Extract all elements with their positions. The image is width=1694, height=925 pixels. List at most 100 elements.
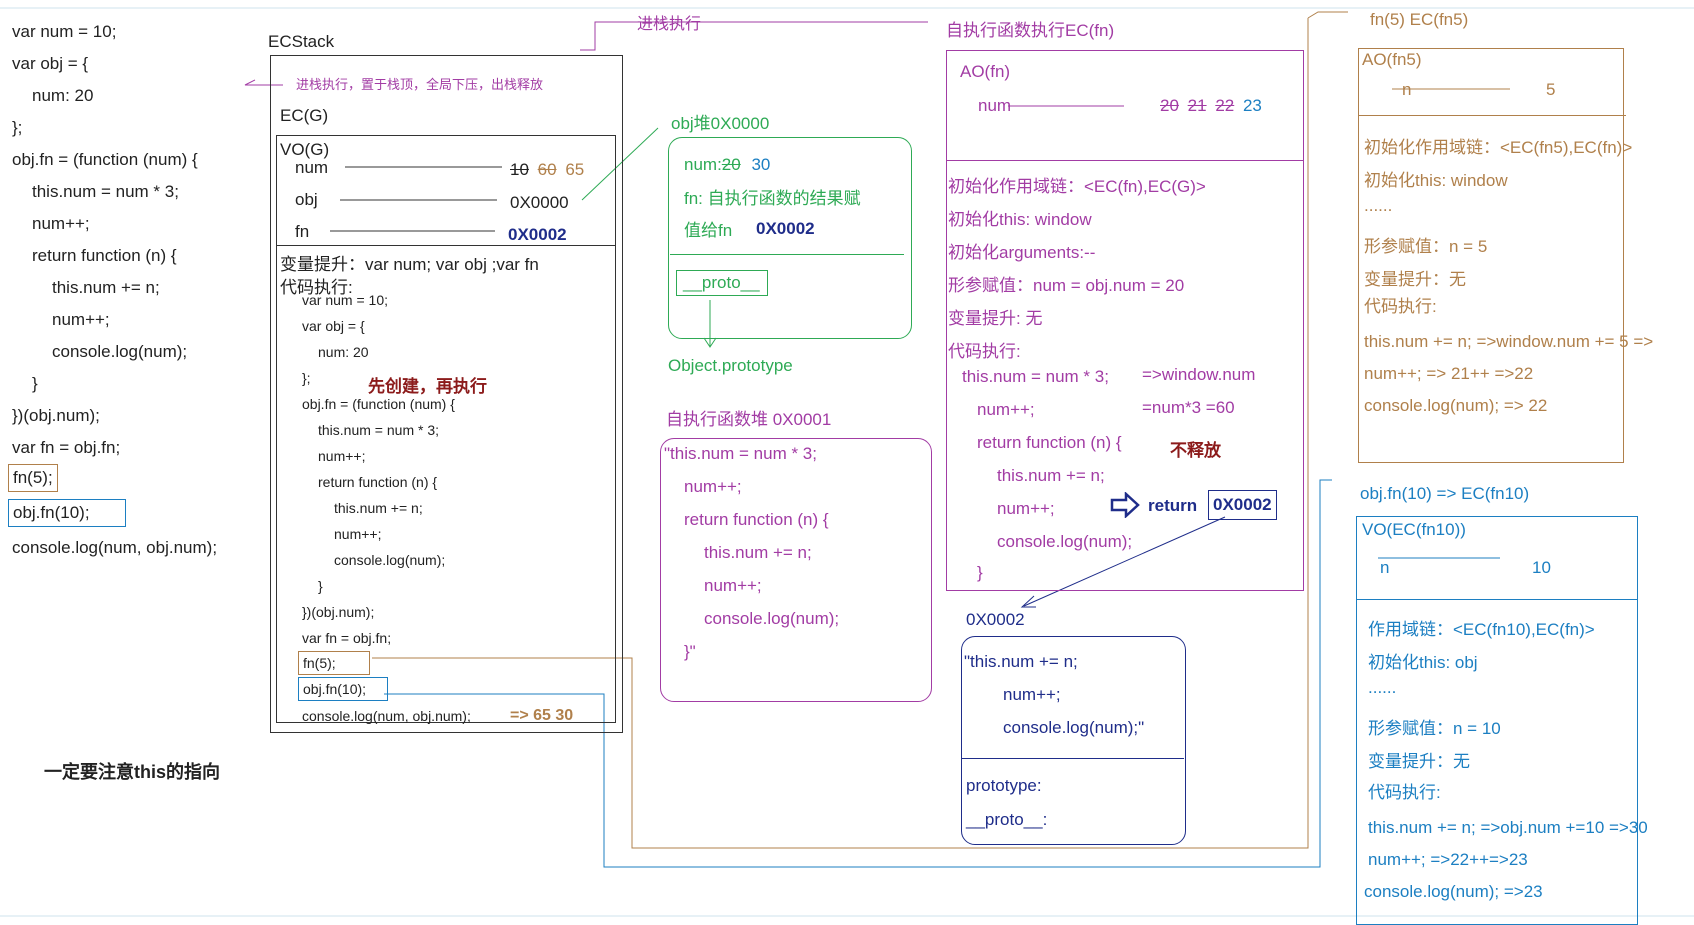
obj-heap-num-new: 30 [751, 155, 771, 174]
iife-ec-code-line: this.num += n; [997, 466, 1105, 485]
fn10-title: obj.fn(10) => EC(fn10) [1360, 484, 1530, 503]
return-label: return [1148, 496, 1198, 515]
iife-num-value: 20 [1160, 96, 1179, 115]
code-line: this.num += n; [52, 278, 160, 297]
fn-heap-prototype: prototype: [966, 776, 1042, 795]
fn10-vo-n-value: 10 [1532, 558, 1551, 577]
fn5-line: console.log(num); => 22 [1364, 396, 1548, 415]
iife-heap-line: num++; [704, 576, 762, 595]
obj-heap-fn-value: 0X0002 [756, 219, 815, 238]
vo-num-value: 10 [510, 160, 529, 179]
ecg-code-line: num++; [334, 526, 382, 542]
code-line: this.num = num * 3; [32, 182, 179, 201]
ecg-code-line: this.num = num * 3; [318, 422, 440, 438]
vo-var-num: num [295, 158, 329, 177]
fn-heap-line: "this.num += n; [964, 652, 1078, 671]
code-line: var obj = { [12, 54, 89, 73]
code-line: num++; [32, 214, 90, 233]
obj-heap-num: num:20 30 [684, 155, 770, 175]
code-line: num: 20 [32, 86, 94, 105]
iife-heap-line: this.num += n; [704, 543, 812, 562]
ecg-code-line: console.log(num); [334, 552, 446, 568]
code-line: var fn = obj.fn; [12, 438, 121, 457]
iife-ec-line: 变量提升: 无 [948, 309, 1043, 328]
iife-ec-code-line: this.num = num * 3; [962, 367, 1109, 386]
fn5-line: num++; => 21++ =>22 [1364, 364, 1534, 383]
ecg-code-line: var fn = obj.fn; [302, 630, 392, 646]
vo-fn-value: 0X0002 [508, 225, 567, 244]
fn10-line: console.log(num); =>23 [1364, 882, 1543, 901]
iife-note-calc: =num*3 =60 [1142, 398, 1235, 417]
fn10-line: ...... [1368, 678, 1397, 697]
fn-heap-divider [962, 758, 1184, 759]
obj-heap-num-label: num: [684, 155, 722, 174]
code-line: }; [12, 118, 23, 137]
fn-heap-title: 0X0002 [966, 610, 1025, 629]
obj-heap-proto: __proto__ [676, 270, 768, 296]
iife-ec-code-line: num++; [997, 499, 1055, 518]
fn10-line: 形参赋值：n = 10 [1368, 719, 1501, 738]
iife-ec-code-line: return function (n) { [977, 433, 1122, 452]
iife-ec-line: 代码执行: [948, 342, 1021, 361]
fn5-line: this.num += n; =>window.num += 5 => [1364, 332, 1654, 351]
final-result: => 65 30 [510, 707, 574, 724]
create-then-exec-note: 先创建，再执行 [368, 377, 487, 396]
code-line: })(obj.num); [12, 406, 100, 425]
iife-heap-line: }" [684, 642, 696, 661]
vo-num-value: 65 [565, 160, 585, 179]
code-line: console.log(num); [52, 342, 188, 361]
iife-num-value: 22 [1215, 96, 1235, 115]
fn5-title: fn(5) EC(fn5) [1370, 10, 1469, 29]
iife-ec-code-line: num++; [977, 400, 1035, 419]
iife-num-value: 21 [1187, 96, 1207, 115]
fn10-line: 变量提升：无 [1368, 752, 1470, 771]
obj-heap-fn-line1: fn: 自执行函数的结果赋 [684, 189, 861, 208]
iife-heap-line: num++; [684, 477, 742, 496]
vo-var-fn: fn [295, 222, 310, 241]
ecg-code-line: num++; [318, 448, 366, 464]
vo-num-value: 60 [537, 160, 557, 179]
iife-ec-line: 初始化this: window [948, 210, 1092, 229]
ecstack-title: ECStack [268, 32, 335, 51]
iife-note-window: =>window.num [1142, 365, 1256, 384]
code-line: var num = 10; [12, 22, 117, 41]
iife-ec-line: 形参赋值：num = obj.num = 20 [948, 276, 1185, 295]
ecg-code-line: this.num += n; [334, 500, 423, 516]
iife-ec-line: 初始化作用域链：<EC(fn),EC(G)> [948, 177, 1206, 196]
ecg-code-line: var obj = { [302, 318, 365, 334]
fn5-line: 变量提升：无 [1364, 270, 1466, 289]
iife-ao-label: AO(fn) [960, 62, 1011, 81]
fn5-ao-n-value: 5 [1546, 80, 1556, 99]
this-note: 一定要注意this的指向 [44, 762, 221, 782]
iife-heap-line: "this.num = num * 3; [664, 444, 817, 463]
fn10-vo-n: n [1380, 558, 1390, 577]
obj-heap-divider [670, 254, 904, 255]
fn10-line: num++; =>22++=>23 [1368, 850, 1528, 869]
fn10-line: 代码执行: [1368, 783, 1441, 802]
code-line: obj.fn = (function (num) { [12, 150, 198, 169]
fn5-ao-label: AO(fn5) [1362, 50, 1422, 69]
fn-heap-proto: __proto__: [966, 810, 1048, 829]
fn5-line: 初始化this: window [1364, 171, 1508, 190]
obj-heap-title: obj堆0X0000 [671, 114, 770, 133]
push-exec-label: 进栈执行 [637, 16, 702, 33]
vo-obj-value: 0X0000 [510, 193, 569, 212]
code-line-objfn10-call: obj.fn(10); [8, 499, 126, 527]
fn5-line: ...... [1364, 196, 1393, 215]
not-release-note: 不释放 [1170, 441, 1221, 460]
fn10-divider [1356, 599, 1638, 600]
ecg-code-line-fn5: fn(5); [298, 651, 370, 675]
iife-num-value: 23 [1242, 96, 1262, 115]
iife-ec-line: 初始化arguments:-- [948, 243, 1096, 262]
hoist-text: 变量提升：var num; var obj ;var fn [280, 255, 539, 274]
arrow-right-icon [1110, 491, 1140, 524]
ecg-code-line: var num = 10; [302, 292, 388, 308]
ecg-code-line: })(obj.num); [302, 604, 375, 620]
ecg-code-line: num: 20 [318, 344, 369, 360]
fn10-line: 初始化this: obj [1368, 653, 1478, 672]
fn5-divider [1358, 115, 1626, 116]
iife-heap-line: console.log(num); [704, 609, 840, 628]
obj-heap-fn-line2: 值给fn [684, 221, 733, 240]
ecg-code-line: } [318, 578, 323, 594]
code-line: return function (n) { [32, 246, 177, 265]
